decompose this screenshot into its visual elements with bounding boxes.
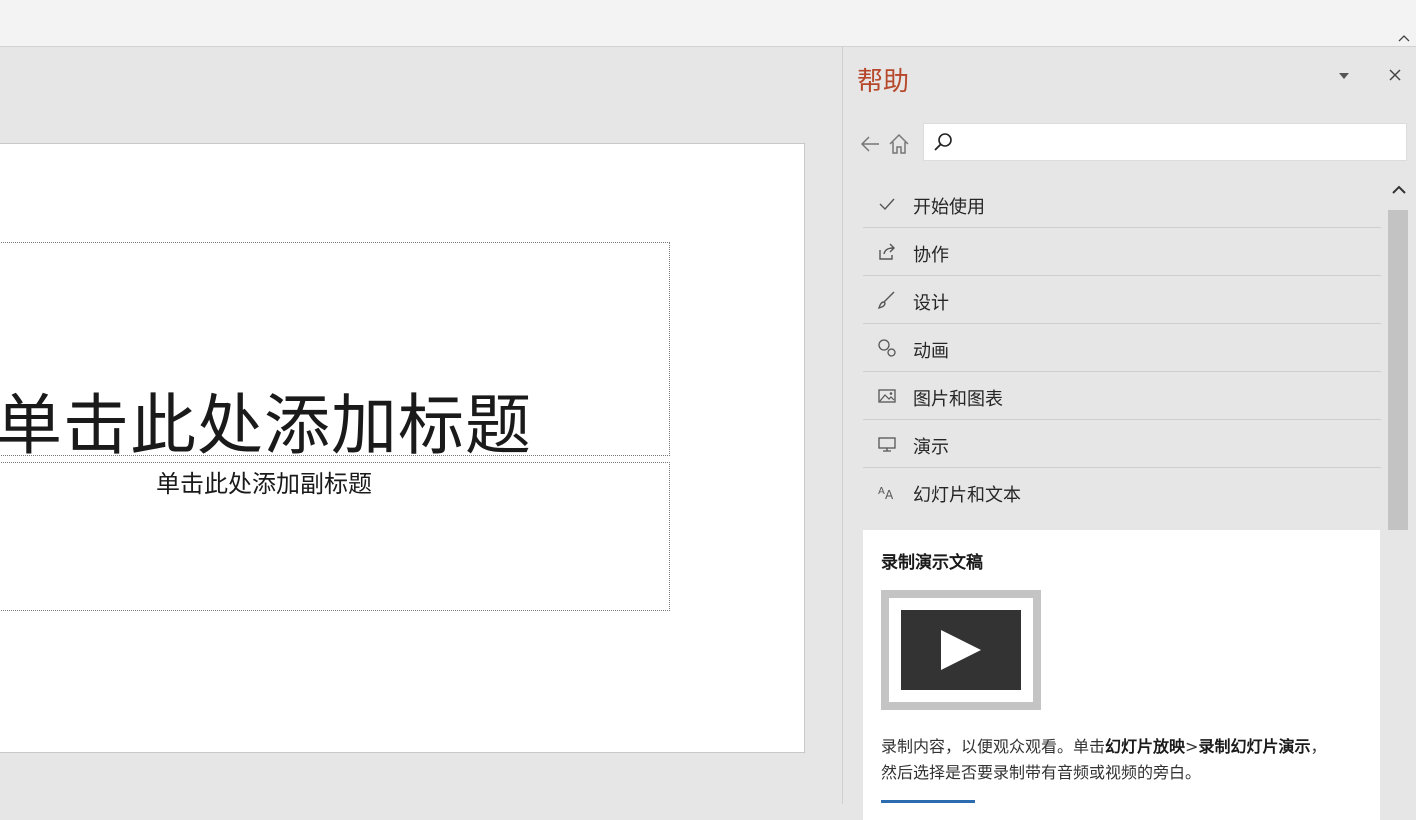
card-description: 录制内容，以便观众观看。单击幻灯片放映>录制幻灯片演示，然后选择是否要录制带有音… — [881, 734, 1341, 786]
help-article-card[interactable]: 录制演示文稿 录制内容，以便观众观看。单击幻灯片放映>录制幻灯片演示，然后选择是… — [863, 530, 1380, 820]
video-thumbnail[interactable] — [881, 590, 1041, 710]
card-title[interactable]: 录制演示文稿 — [881, 548, 983, 573]
help-categories-list: 开始使用 协作 设计 动画 图片和图表 演示 AA 幻灯片和文本 — [863, 180, 1381, 515]
scroll-up-button[interactable] — [1388, 170, 1410, 210]
category-label: 图片和图表 — [913, 389, 1003, 410]
close-pane-button[interactable] — [1383, 63, 1407, 87]
card-link-underline[interactable] — [881, 800, 975, 803]
home-icon — [889, 133, 909, 154]
checkmark-icon — [879, 198, 895, 211]
chevron-up-icon — [1398, 35, 1410, 42]
svg-text:A: A — [878, 486, 885, 497]
title-placeholder-text[interactable]: 单击此处添加标题 — [0, 372, 532, 468]
help-search-box[interactable] — [923, 123, 1407, 161]
category-label: 演示 — [913, 437, 949, 458]
category-label: 开始使用 — [913, 197, 985, 218]
search-icon — [934, 133, 952, 151]
video-frame — [889, 598, 1033, 702]
close-icon — [1389, 69, 1401, 81]
home-button[interactable] — [887, 132, 911, 156]
caret-down-icon — [1339, 73, 1349, 79]
card-desc-bold-slideshow: 幻灯片放映 — [1105, 737, 1186, 756]
category-item-animation[interactable]: 动画 — [863, 324, 1381, 372]
search-input[interactable] — [960, 128, 1404, 158]
picture-icon — [878, 389, 896, 403]
video-screen — [901, 610, 1021, 690]
collapse-ribbon-button[interactable] — [1396, 30, 1412, 46]
category-label: 幻灯片和文本 — [913, 485, 1021, 506]
help-pane: 帮助 开始使用 协作 设计 动画 图片和图表 演示 A A 幻灯片和文本 录制演… — [842, 47, 1416, 820]
pane-title: 帮助 — [857, 67, 910, 97]
category-label: 协作 — [913, 245, 949, 266]
card-desc-separator: > — [1185, 737, 1199, 756]
category-item-slides-text[interactable]: AA 幻灯片和文本 — [863, 468, 1381, 515]
category-item-design[interactable]: 设计 — [863, 276, 1381, 324]
card-desc-bold-record: 录制幻灯片演示 — [1198, 737, 1311, 756]
category-item-pictures-charts[interactable]: 图片和图表 — [863, 372, 1381, 420]
category-item-present[interactable]: 演示 — [863, 420, 1381, 468]
card-desc-text: 录制内容，以便观众观看。单击 — [881, 737, 1106, 756]
subtitle-placeholder-text[interactable]: 单击此处添加副标题 — [0, 464, 528, 499]
share-icon — [879, 243, 895, 260]
category-label: 动画 — [913, 341, 949, 362]
brush-icon — [877, 291, 895, 309]
category-item-getting-started[interactable]: 开始使用 — [863, 180, 1381, 228]
chevron-up-icon — [1392, 185, 1406, 194]
text-size-icon: AA — [878, 486, 894, 502]
pane-options-button[interactable] — [1333, 65, 1355, 87]
svg-text:A: A — [885, 488, 894, 502]
animation-icon — [878, 339, 896, 357]
category-label: 设计 — [913, 293, 949, 314]
slide-canvas: 单击此处添加标题 单击此处添加副标题 — [0, 143, 805, 753]
ribbon-area — [0, 0, 1416, 47]
slide-editing-area: 单击此处添加标题 单击此处添加副标题 — [0, 47, 842, 804]
monitor-icon — [878, 437, 896, 452]
category-item-collaborate[interactable]: 协作 — [863, 228, 1381, 276]
play-icon — [941, 630, 981, 670]
back-button[interactable] — [859, 133, 881, 155]
scrollbar-thumb[interactable] — [1388, 210, 1408, 530]
arrow-left-icon — [860, 136, 879, 152]
